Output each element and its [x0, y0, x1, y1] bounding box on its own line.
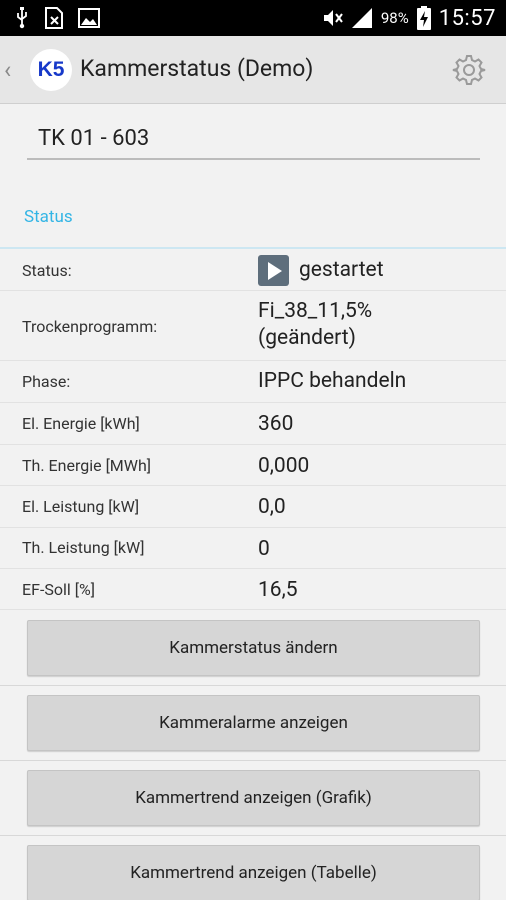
settings-gear-icon[interactable] — [452, 53, 486, 91]
usb-icon — [14, 7, 30, 29]
program-modified-note: (geändert) — [258, 326, 356, 350]
row-label: Trockenprogramm: — [22, 317, 158, 336]
app-logo-text: K5 — [37, 58, 65, 81]
chamber-selector[interactable]: TK 01 - 603 — [27, 118, 480, 160]
system-status-bar: 98% 15:57 — [0, 0, 506, 36]
program-name: Fi_38_11,5% — [258, 299, 373, 323]
row-label: El. Energie [kWh] — [22, 414, 140, 433]
row-value: gestartet — [258, 255, 384, 286]
blocked-sim-icon — [44, 7, 64, 29]
action-bar: ‹ K5 Kammerstatus (Demo) — [0, 36, 506, 104]
mute-icon — [321, 8, 343, 28]
row-label: Th. Leistung [kW] — [22, 538, 145, 557]
play-icon — [258, 255, 289, 286]
status-value-text: gestartet — [299, 258, 384, 283]
show-trend-table-button[interactable]: Kammertrend anzeigen (Tabelle) — [27, 845, 480, 900]
divider — [0, 760, 506, 761]
row-value: 360 — [258, 412, 294, 436]
row-label: Th. Energie [MWh] — [22, 456, 152, 475]
row-value: 16,5 — [258, 578, 298, 602]
image-icon — [78, 8, 100, 28]
row-value: 0,0 — [258, 495, 286, 519]
signal-icon — [351, 7, 373, 29]
section-divider — [0, 247, 506, 249]
row-trockenprogramm: Trockenprogramm: Fi_38_11,5% (geändert) — [0, 291, 506, 361]
row-label: EF-Soll [%] — [22, 580, 95, 599]
row-phase: Phase: IPPC behandeln — [0, 361, 506, 403]
battery-charging-icon — [416, 6, 431, 30]
row-value: Fi_38_11,5% (geändert) — [258, 298, 372, 352]
clock: 15:57 — [438, 5, 496, 31]
battery-percent: 98% — [380, 9, 409, 27]
change-chamber-status-button[interactable]: Kammerstatus ändern — [27, 620, 480, 676]
row-el-energie: El. Energie [kWh] 360 — [0, 403, 506, 445]
row-value: IPPC behandeln — [258, 369, 407, 393]
row-status: Status: gestartet — [0, 250, 506, 291]
row-value: 0,000 — [258, 454, 310, 478]
chamber-selector-value: TK 01 - 603 — [38, 126, 150, 151]
section-header-status: Status — [24, 207, 73, 227]
row-ef-soll: EF-Soll [%] 16,5 — [0, 569, 506, 610]
show-chamber-alarms-button[interactable]: Kammeralarme anzeigen — [27, 695, 480, 751]
row-value: 0 — [258, 537, 270, 561]
row-th-leistung: Th. Leistung [kW] 0 — [0, 528, 506, 569]
show-trend-chart-button[interactable]: Kammertrend anzeigen (Grafik) — [27, 770, 480, 826]
app-logo[interactable]: K5 — [30, 49, 72, 91]
divider — [0, 835, 506, 836]
page-title: Kammerstatus (Demo) — [80, 55, 314, 82]
row-label: El. Leistung [kW] — [22, 497, 140, 516]
row-label: Status: — [22, 261, 72, 280]
back-chevron-icon[interactable]: ‹ — [4, 56, 11, 84]
row-label: Phase: — [22, 372, 71, 391]
divider — [0, 685, 506, 686]
row-th-energie: Th. Energie [MWh] 0,000 — [0, 445, 506, 486]
row-el-leistung: El. Leistung [kW] 0,0 — [0, 486, 506, 528]
